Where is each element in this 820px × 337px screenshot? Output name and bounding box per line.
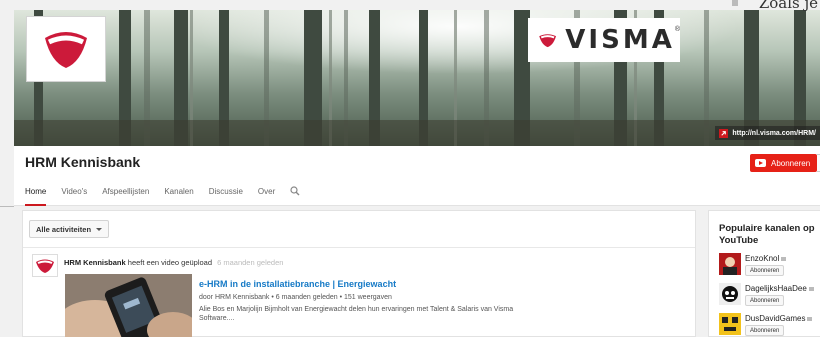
tab-about[interactable]: Over [258, 187, 275, 206]
video-thumbnail[interactable] [65, 274, 192, 337]
youtube-play-icon [755, 159, 766, 167]
tab-home[interactable]: Home [25, 187, 47, 206]
activity-avatar[interactable] [32, 254, 58, 277]
channel-avatar-icon[interactable] [719, 313, 741, 335]
video-title-link[interactable]: e-HRM in de installatiebranche | Energie… [199, 279, 396, 289]
activity-text: HRM Kennisbank heeft een video geüpload … [64, 258, 283, 267]
sidebar-channel-name[interactable]: DagelijksHaaDee [745, 284, 814, 293]
tab-discussion[interactable]: Discussie [209, 187, 243, 206]
sidebar-subscribe-button[interactable]: Abonneren [745, 295, 785, 306]
visma-mark-icon [539, 34, 557, 48]
channel-title: HRM Kennisbank [25, 154, 141, 170]
registered-mark: ® [674, 26, 680, 33]
banner-website-link[interactable]: http://nl.visma.com/HRM/ [715, 126, 820, 140]
channel-avatar[interactable] [26, 16, 106, 82]
visma-logo-icon [36, 259, 54, 273]
channel-tabs: Home Video's Afspeellijsten Kanalen Disc… [25, 186, 300, 206]
activity-action: heeft een video geüpload [127, 258, 213, 267]
activity-time: 6 maanden geleden [217, 258, 284, 267]
search-icon[interactable] [290, 186, 300, 196]
sidebar-subscribe-button[interactable]: Abonneren [745, 265, 785, 276]
verified-icon [807, 316, 813, 321]
subscribe-button[interactable]: Abonneren [750, 154, 818, 172]
sidebar-title: Populaire kanalen op YouTube [719, 223, 815, 246]
activity-feed: Alle activiteiten HRM Kennisbank heeft e… [22, 210, 696, 337]
channel-avatar-icon[interactable] [719, 253, 741, 275]
video-description: Alie Bos en Marjolijn Bijmholt van Energ… [199, 306, 514, 322]
tab-videos[interactable]: Video's [61, 187, 87, 206]
visma-wordmark: VISMA [565, 25, 675, 55]
verified-icon [781, 256, 787, 261]
external-link-icon [719, 128, 729, 138]
sidebar-channel-name[interactable]: DusDavidGames [745, 314, 813, 323]
activity-filter-dropdown[interactable]: Alle activiteiten [29, 220, 110, 238]
phone-in-hand-image [65, 274, 192, 337]
channel-avatar-icon[interactable] [719, 283, 741, 305]
feed-divider [23, 247, 695, 248]
channel-banner: VISMA ® http://nl.visma.com/HRM/ [14, 10, 820, 146]
sidebar-subscribe-button[interactable]: Abonneren [745, 325, 785, 336]
visma-logo-icon [45, 32, 87, 68]
verified-icon [808, 286, 814, 291]
popular-channels-sidebar: Populaire kanalen op YouTube EnzoKnol Ab… [708, 210, 820, 337]
corner-caption: Zoals je [758, 0, 818, 12]
activity-channel-link[interactable]: HRM Kennisbank [64, 258, 126, 267]
visma-brand-box: VISMA ® [528, 18, 680, 62]
chevron-down-icon [96, 227, 103, 231]
forest-background [14, 10, 820, 146]
edge-divider [0, 206, 14, 207]
sidebar-channel-name[interactable]: EnzoKnol [745, 254, 787, 263]
tab-channels[interactable]: Kanalen [164, 187, 193, 206]
video-meta: door HRM Kennisbank • 6 maanden geleden … [199, 294, 392, 301]
filter-label: Alle activiteiten [36, 224, 92, 234]
subscribe-label: Abonneren [771, 158, 811, 168]
tab-playlists[interactable]: Afspeellijsten [102, 187, 149, 206]
channel-header: HRM Kennisbank Abonneren 10 Home Video's… [14, 146, 820, 206]
banner-link-text: http://nl.visma.com/HRM/ [732, 129, 816, 137]
subscribe-control: Abonneren 10 [750, 154, 820, 172]
corner-mark [732, 0, 738, 6]
